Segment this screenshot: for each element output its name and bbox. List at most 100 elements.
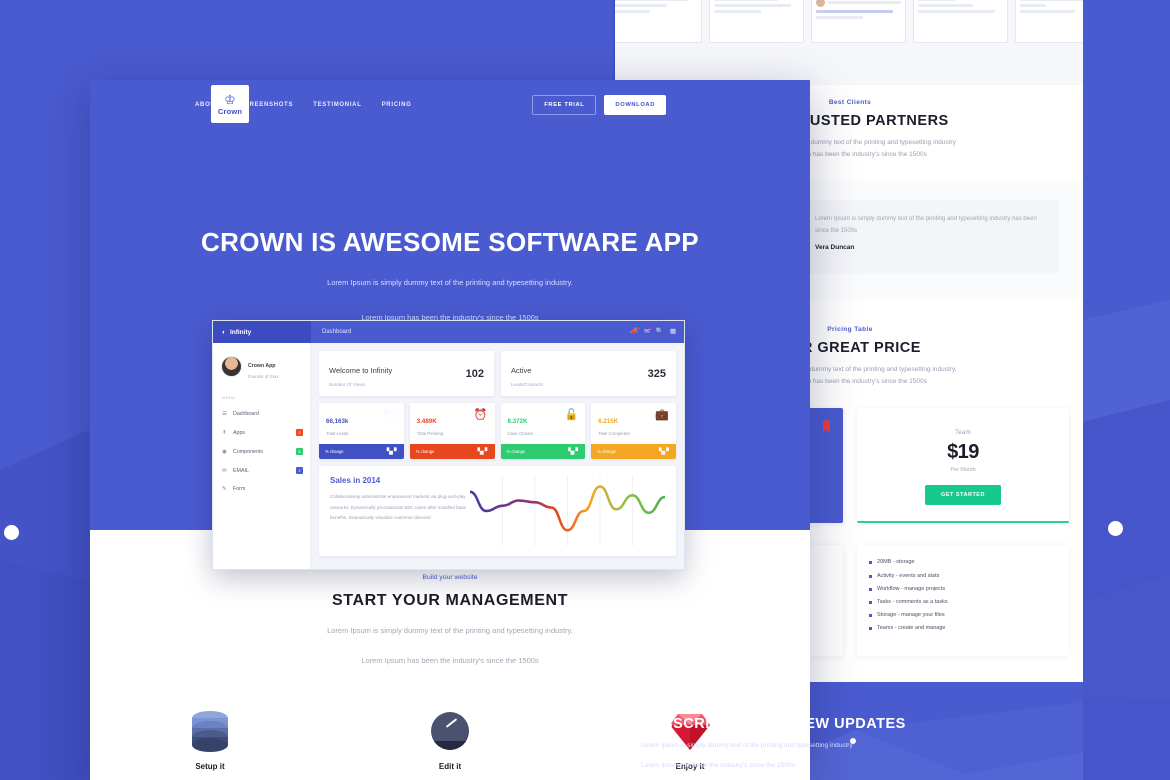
hero-title: CROWN IS AWESOME SOFTWARE APP: [201, 227, 699, 257]
thumbnail-card[interactable]: [811, 0, 906, 43]
dashboard-profile[interactable]: Crown App Founder of Xxxx: [213, 354, 310, 379]
welcome-value: 102: [465, 367, 484, 380]
mail-icon[interactable]: ✉: [644, 326, 652, 336]
nav-link-pricing[interactable]: PRICING: [382, 102, 412, 108]
feature-setup: Setup it Lorem Ipsum is simply dummy tex…: [130, 708, 290, 780]
subscribe-line2: Lorem Ipsum has been the industry's sinc…: [641, 761, 795, 769]
stat-value: 66,163k: [326, 418, 349, 425]
sidebar-item-form[interactable]: ✎ Form: [213, 480, 310, 498]
crown-icon: ♔: [224, 91, 236, 107]
subscribe-line1: Lorem Ipsum is simply dummy text of the …: [641, 741, 853, 749]
stat-change: % change: [597, 449, 616, 454]
thumbnail-card[interactable]: [615, 0, 702, 43]
stat-label: Case Closed: [507, 431, 533, 436]
bullet-icon: [869, 587, 872, 591]
search-icon[interactable]: 🔍: [656, 328, 664, 336]
navigation-bar: ♔ Crown ABOUT SCREENSHOTS TESTIMONIAL PR…: [90, 80, 810, 130]
bg-dot: [1108, 521, 1123, 536]
gauge-icon: [431, 712, 469, 750]
sales-chart-text: Collaboratively administrate empowered m…: [330, 494, 467, 521]
stat-change: % change: [415, 449, 435, 454]
screenshot-stage: Best Clients OUR TRUSTED PARTNERS Lorem …: [0, 0, 1170, 780]
sales-chart-card: Sales in 2014 Collaboratively administra…: [319, 466, 676, 556]
feature-item: Tasks - comments as a tasks: [877, 598, 948, 605]
bullet-icon: [869, 601, 872, 605]
get-started-button[interactable]: GET STARTED: [925, 485, 1001, 506]
stat-label: Task Completed: [598, 431, 630, 436]
bullet-icon: [869, 627, 872, 631]
chart-bars-icon: ▚▖▘: [386, 449, 399, 455]
screenshots-thumbnail-strip: [615, 0, 1083, 85]
dashboard-mockup: ◐ Infinity Dashboard 📣 ✉ 🔍 ▦ Crown App F…: [212, 320, 685, 570]
stat-card-case-closed: 8.372K Case Closed 🔓 % change ▚▖▘: [500, 403, 586, 459]
hero-subtitle-line1: Lorem Ipsum is simply dummy text of the …: [327, 278, 573, 287]
sidebar-item-apps[interactable]: ↟ Apps 3: [213, 423, 310, 442]
lock-icon: 🔓: [564, 409, 579, 421]
management-line1: Lorem Ipsum is simply dummy text of the …: [327, 626, 573, 635]
sidebar-item-email[interactable]: ✉ EMAIL 2: [213, 461, 310, 480]
management-title: START YOUR MANAGEMENT: [331, 592, 568, 609]
infinity-logo-icon: ◐: [222, 328, 226, 336]
active-value: 325: [647, 367, 666, 380]
sidebar-item-label: EMAIL: [233, 467, 249, 474]
chart-bars-icon: ▚▖▘: [568, 449, 580, 455]
feature-item: Teams - create and manage: [877, 625, 946, 632]
stat-cards: 66,163k Total Leads 🏷 % change ▚▖▘ 3.489…: [319, 403, 676, 459]
active-title: Active: [511, 366, 532, 375]
chart-icon: ☰: [222, 411, 227, 417]
stat-value: 3.489K: [416, 418, 437, 425]
primary-page-panel: ♔ Crown ABOUT SCREENSHOTS TESTIMONIAL PR…: [90, 80, 810, 780]
mail-icon: ✉: [222, 467, 227, 474]
profile-role: Founder of Xxxx: [248, 374, 279, 379]
sidebar-item-components[interactable]: ◉ Components 8: [213, 442, 310, 461]
logo[interactable]: ♔ Crown: [211, 85, 249, 123]
nav-link-testimonial[interactable]: TESTIMONIAL: [313, 102, 361, 108]
dashboard-topbar: Dashboard 📣 ✉ 🔍 ▦: [311, 321, 684, 343]
megaphone-icon[interactable]: 📣: [630, 326, 641, 336]
stat-value: 8.372K: [507, 418, 528, 425]
feature-title: Edit it: [438, 762, 462, 771]
form-icon: ✎: [222, 486, 227, 492]
dashboard-page-title: Dashboard: [322, 329, 352, 335]
avatar: [221, 356, 242, 377]
logo-text: Crown: [217, 106, 243, 116]
management-line2: Lorem Ipsum has been the industry's sinc…: [361, 656, 539, 665]
sidebar-item-label: Components: [233, 448, 264, 455]
sidebar-badge: 3: [296, 429, 303, 436]
bag-icon: 💼: [655, 409, 669, 421]
thumbnail-card[interactable]: [913, 0, 1008, 43]
stat-card-total-leads: 66,163k Total Leads 🏷 % change ▚▖▘: [319, 403, 404, 459]
feature-item: Storage - manage your files: [877, 612, 945, 619]
welcome-title: Welcome to Infinity: [329, 366, 393, 375]
dashboard-brand[interactable]: ◐ Infinity: [213, 321, 311, 343]
dashboard-brand-label: Infinity: [229, 328, 252, 336]
chart-bars-icon: ▚▖▘: [477, 449, 490, 455]
stat-value: 6.215K: [598, 418, 619, 425]
grid-icon[interactable]: ▦: [670, 328, 676, 336]
free-trial-button[interactable]: FREE TRIAL: [532, 95, 597, 115]
thumbnail-card[interactable]: [709, 0, 804, 43]
sidebar-item-label: Dashboard: [233, 411, 259, 417]
stat-label: Total Leads: [326, 431, 349, 436]
bullet-icon: [869, 574, 872, 578]
sidebar-badge: 8: [296, 448, 303, 455]
clock-icon: ⏰: [473, 409, 488, 421]
tag-icon: 🏷: [382, 409, 397, 421]
management-eyebrow: Build your website: [422, 574, 478, 581]
feature-item: Workflow - manage projects: [877, 585, 946, 592]
dashboard-sidebar: Crown App Founder of Xxxx MENU ☰ Dashboa…: [213, 343, 311, 569]
thumbnail-card[interactable]: [1015, 0, 1083, 43]
stat-change: % change: [325, 449, 344, 454]
bg-dot: [4, 525, 19, 540]
database-icon: [192, 711, 228, 752]
subscribe-title: SUBSCRIBE TO ALL NEW UPDATES: [641, 715, 906, 732]
stat-card-total-pending: 3.489K Total Pending ⏰ % change ▚▖▘: [409, 403, 495, 459]
stat-change: % change: [506, 449, 526, 454]
testimonial-text: Lorem Ipsum is simply dummy text of the …: [815, 215, 1037, 234]
sales-line-chart: [468, 476, 667, 546]
pricing-card-team[interactable]: Team $19 Per Month GET STARTED: [857, 408, 1069, 524]
stat-card-task-completed: 6.215K Task Completed 💼 % change ▚▖▘: [591, 403, 676, 459]
sidebar-item-dashboard[interactable]: ☰ Dashboard: [213, 405, 310, 423]
stat-label: Total Pending: [416, 431, 444, 436]
download-button[interactable]: DOWNLOAD: [604, 95, 666, 115]
